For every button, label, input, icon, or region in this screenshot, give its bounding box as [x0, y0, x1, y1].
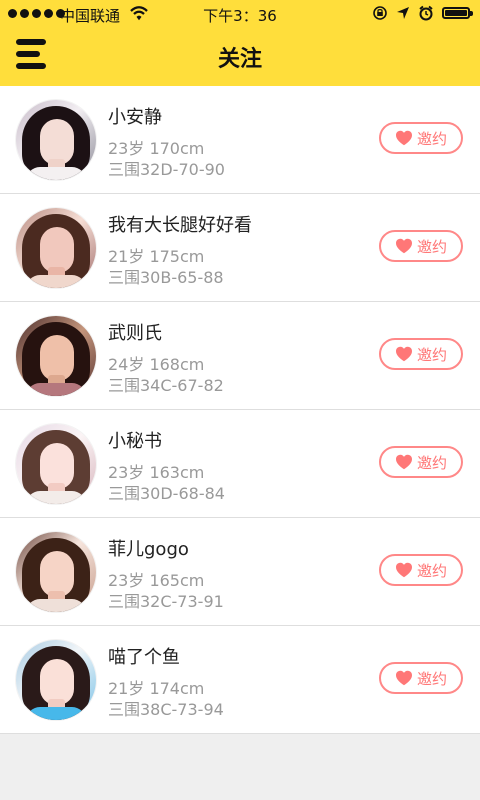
profile-row-6[interactable]: 喵了个鱼 21岁 174cm 三围38C-73-94 邀约: [0, 626, 480, 734]
shoulder-shape: [26, 599, 86, 612]
shoulder-shape: [26, 167, 86, 180]
page-title: 关注: [217, 47, 262, 72]
invite-button[interactable]: 邀约: [379, 122, 463, 154]
profile-name: 小秘书: [108, 431, 162, 452]
location-arrow-icon: [397, 7, 409, 19]
profile-avatar[interactable]: [16, 316, 96, 396]
profile-name: 小安静: [108, 107, 162, 128]
shoulder-shape: [26, 383, 86, 396]
profile-measurements: 三围32C-73-91: [108, 592, 224, 611]
invite-button[interactable]: 邀约: [379, 554, 463, 586]
profile-avatar[interactable]: [16, 532, 96, 612]
profile-measurements: 三围34C-67-82: [108, 376, 224, 395]
profile-row-2[interactable]: 我有大长腿好好看 21岁 175cm 三围30B-65-88 邀约: [0, 194, 480, 302]
rotation-lock-icon: [373, 6, 387, 20]
profile-avatar[interactable]: [16, 640, 96, 720]
profile-measurements: 三围30D-68-84: [108, 484, 225, 503]
heart-icon: [395, 238, 412, 254]
alarm-icon: [419, 5, 433, 21]
invite-button[interactable]: 邀约: [379, 230, 463, 262]
invite-button[interactable]: 邀约: [379, 338, 463, 370]
invite-button[interactable]: 邀约: [379, 446, 463, 478]
profile-avatar[interactable]: [16, 208, 96, 288]
top-bar: 中国联通 下午3：36 关注: [0, 0, 480, 86]
invite-label: 邀约: [416, 237, 447, 256]
shoulder-shape: [26, 707, 86, 720]
following-list: 小安静 23岁 170cm 三围32D-70-90 邀约 我有大长腿好好看 21…: [0, 86, 480, 734]
profile-name: 喵了个鱼: [108, 647, 180, 668]
heart-icon: [395, 562, 412, 578]
profile-name: 武则氏: [108, 323, 162, 344]
invite-label: 邀约: [416, 669, 447, 688]
battery-icon: [442, 7, 473, 19]
invite-label: 邀约: [416, 561, 447, 580]
status-bar: 中国联通 下午3：36: [0, 0, 480, 28]
profile-name: 菲儿gogo: [108, 539, 189, 560]
profile-row-4[interactable]: 小秘书 23岁 163cm 三围30D-68-84 邀约: [0, 410, 480, 518]
heart-icon: [395, 454, 412, 470]
profile-avatar[interactable]: [16, 424, 96, 504]
shoulder-shape: [26, 491, 86, 504]
profile-measurements: 三围38C-73-94: [108, 700, 224, 719]
status-right-icons: [372, 5, 473, 21]
profile-avatar[interactable]: [16, 100, 96, 180]
heart-icon: [395, 346, 412, 362]
shoulder-shape: [26, 275, 86, 288]
invite-button[interactable]: 邀约: [379, 662, 463, 694]
invite-label: 邀约: [416, 129, 447, 148]
heart-icon: [395, 130, 412, 146]
invite-label: 邀约: [416, 453, 447, 472]
profile-row-5[interactable]: 菲儿gogo 23岁 165cm 三围32C-73-91 邀约: [0, 518, 480, 626]
navigation-bar: 关注: [0, 28, 480, 86]
invite-label: 邀约: [416, 345, 447, 364]
profile-measurements: 三围30B-65-88: [108, 268, 224, 287]
profile-row-1[interactable]: 小安静 23岁 170cm 三围32D-70-90 邀约: [0, 86, 480, 194]
heart-icon: [395, 670, 412, 686]
profile-row-3[interactable]: 武则氏 24岁 168cm 三围34C-67-82 邀约: [0, 302, 480, 410]
profile-measurements: 三围32D-70-90: [108, 160, 225, 179]
profile-name: 我有大长腿好好看: [108, 215, 252, 236]
